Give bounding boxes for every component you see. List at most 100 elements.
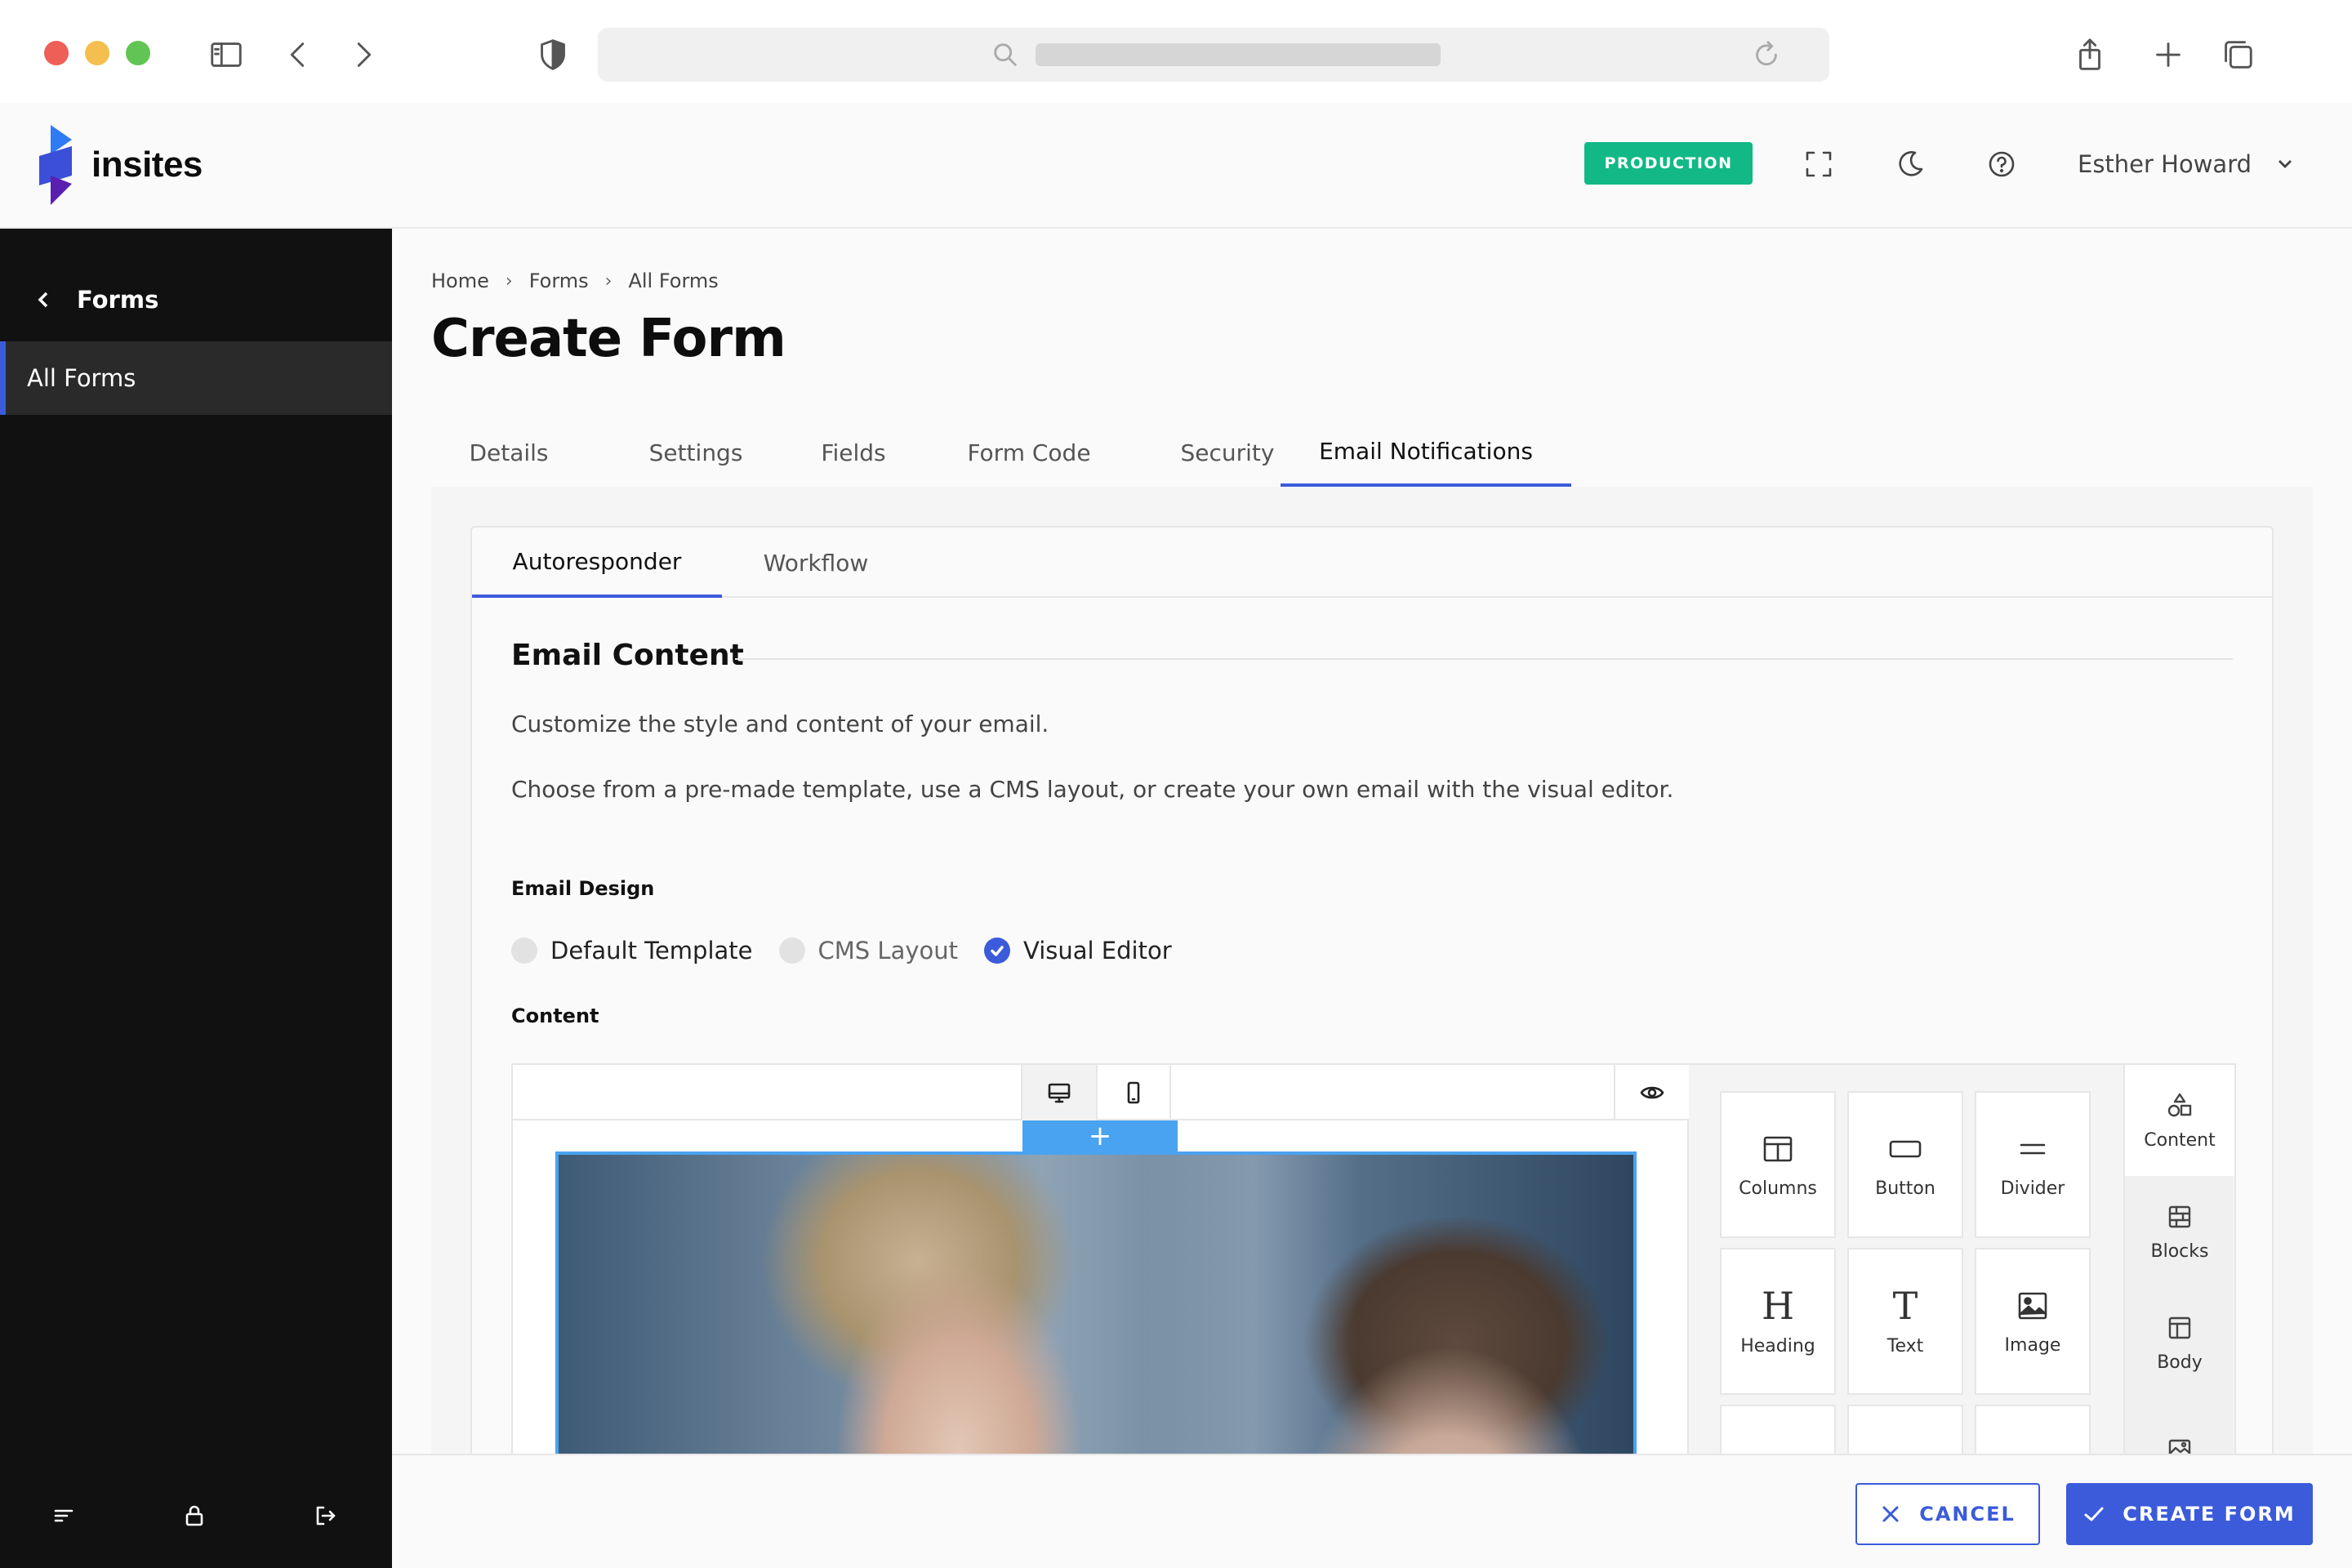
button-icon: [1889, 1140, 1922, 1157]
cancel-label: CANCEL: [1919, 1503, 2016, 1526]
section-description: Customize the style and content of your …: [511, 710, 1049, 737]
mobile-icon: [1127, 1081, 1140, 1104]
form-footer: CANCEL CREATE FORM: [392, 1454, 2352, 1568]
new-tab-icon[interactable]: [2146, 33, 2190, 77]
notification-subtabs: Autoresponder Workflow: [472, 528, 2272, 598]
rail-label: Blocks: [2150, 1241, 2209, 1262]
breadcrumb-separator-icon: ›: [505, 270, 513, 292]
tool-text[interactable]: T Text: [1847, 1248, 1963, 1395]
check-icon: [984, 938, 1010, 964]
tool-label: Text: [1886, 1335, 1924, 1356]
chevron-down-icon: [2278, 160, 2292, 168]
app-logo[interactable]: insites: [39, 124, 203, 206]
sidebar-back-label: Forms: [77, 286, 159, 314]
tool-columns[interactable]: Columns: [1720, 1091, 1836, 1238]
page-title: Create Form: [431, 309, 786, 369]
tab-panel: Autoresponder Workflow Email Content Cus…: [431, 487, 2313, 1568]
window-minimize-button[interactable]: [85, 41, 109, 65]
share-icon[interactable]: [2068, 33, 2112, 77]
tab-fields[interactable]: Fields: [787, 418, 920, 487]
radio-label: CMS Layout: [817, 937, 958, 964]
tab-form-code[interactable]: Form Code: [918, 418, 1140, 487]
text-icon: T: [1892, 1283, 1918, 1328]
lock-icon[interactable]: [181, 1503, 214, 1535]
mobile-view-button[interactable]: [1096, 1065, 1171, 1120]
sidebar-item-all-forms[interactable]: All Forms: [0, 341, 392, 415]
tab-email-notifications[interactable]: Email Notifications: [1281, 418, 1571, 487]
shield-icon[interactable]: [531, 33, 575, 77]
divider-icon: [2020, 1143, 2046, 1154]
radio-label: Default Template: [550, 937, 753, 964]
radio-label: Visual Editor: [1023, 937, 1172, 964]
rail-blocks[interactable]: Blocks: [2125, 1176, 2234, 1287]
user-name: Esther Howard: [2078, 150, 2252, 178]
blocks-icon: [2168, 1205, 2191, 1227]
tabs-overview-icon[interactable]: [2215, 33, 2259, 77]
preview-button[interactable]: [1614, 1065, 1689, 1120]
section-divider: [735, 658, 2233, 660]
menu-collapse-icon[interactable]: [51, 1503, 83, 1535]
browser-chrome: [0, 0, 2352, 103]
columns-icon: [1763, 1136, 1793, 1161]
window-maximize-button[interactable]: [126, 41, 150, 65]
email-design-label: Email Design: [511, 877, 655, 900]
subtab-workflow[interactable]: Workflow: [722, 528, 910, 598]
window-close-button[interactable]: [44, 41, 69, 65]
subtab-autoresponder[interactable]: Autoresponder: [472, 528, 722, 598]
rail-label: Content: [2144, 1129, 2216, 1151]
radio-default-template[interactable]: Default Template: [511, 937, 753, 964]
sidebar-footer: [0, 1486, 392, 1552]
tool-label: Image: [2004, 1334, 2061, 1356]
dark-mode-icon[interactable]: [1891, 145, 1929, 183]
tool-button[interactable]: Button: [1847, 1091, 1963, 1238]
rail-label: Body: [2157, 1352, 2203, 1373]
tool-divider[interactable]: Divider: [1975, 1091, 2091, 1238]
image-icon: [2018, 1292, 2047, 1319]
tool-label: Heading: [1740, 1335, 1815, 1356]
shapes-icon: [2167, 1093, 2192, 1116]
sidebar-toggle-icon[interactable]: [204, 33, 248, 77]
sidebar-item-label: All Forms: [27, 364, 136, 392]
create-label: CREATE FORM: [2123, 1503, 2296, 1526]
logout-icon[interactable]: [312, 1503, 345, 1535]
form-tabs: Details Settings Fields Form Code Securi…: [431, 418, 2313, 487]
tool-heading[interactable]: H Heading: [1720, 1248, 1836, 1395]
sidebar: Forms All Forms: [0, 229, 392, 1568]
radio-cms-layout[interactable]: CMS Layout: [778, 937, 958, 964]
check-icon: [2084, 1507, 2104, 1521]
breadcrumb-home[interactable]: Home: [431, 270, 489, 292]
reload-icon[interactable]: [1751, 39, 1784, 72]
user-menu[interactable]: Esther Howard: [2078, 145, 2296, 183]
cancel-button[interactable]: CANCEL: [1855, 1483, 2040, 1545]
layout-icon: [2168, 1316, 2191, 1339]
help-icon[interactable]: [1983, 145, 2020, 183]
fullscreen-icon[interactable]: [1800, 145, 1838, 183]
add-row-button[interactable]: +: [1022, 1120, 1178, 1152]
rail-body[interactable]: Body: [2125, 1287, 2234, 1398]
back-icon[interactable]: [276, 33, 320, 77]
url-placeholder: [1036, 43, 1441, 66]
insites-logo-icon: [39, 125, 72, 205]
editor-toolbar: [513, 1065, 1689, 1120]
tool-label: Divider: [2000, 1178, 2065, 1199]
section-title: Email Content: [511, 639, 744, 672]
eye-icon: [1640, 1086, 1664, 1099]
rail-content[interactable]: Content: [2125, 1065, 2234, 1176]
desktop-view-button[interactable]: [1021, 1065, 1096, 1120]
tool-image[interactable]: Image: [1975, 1248, 2091, 1395]
heading-icon: H: [1761, 1283, 1795, 1328]
tool-label: Columns: [1739, 1178, 1817, 1199]
radio-unchecked-icon: [778, 938, 805, 964]
chevron-left-icon: [38, 292, 48, 308]
sidebar-back-button[interactable]: Forms: [33, 286, 158, 314]
address-bar[interactable]: [598, 28, 1829, 82]
tab-settings[interactable]: Settings: [606, 418, 786, 487]
forward-icon[interactable]: [341, 33, 385, 77]
desktop-icon: [1048, 1083, 1071, 1103]
tab-details[interactable]: Details: [431, 418, 586, 487]
breadcrumb-all-forms[interactable]: All Forms: [628, 270, 718, 292]
create-form-button[interactable]: CREATE FORM: [2066, 1483, 2313, 1545]
close-icon: [1882, 1506, 1899, 1522]
radio-visual-editor[interactable]: Visual Editor: [984, 937, 1172, 964]
breadcrumb-forms[interactable]: Forms: [529, 270, 589, 292]
